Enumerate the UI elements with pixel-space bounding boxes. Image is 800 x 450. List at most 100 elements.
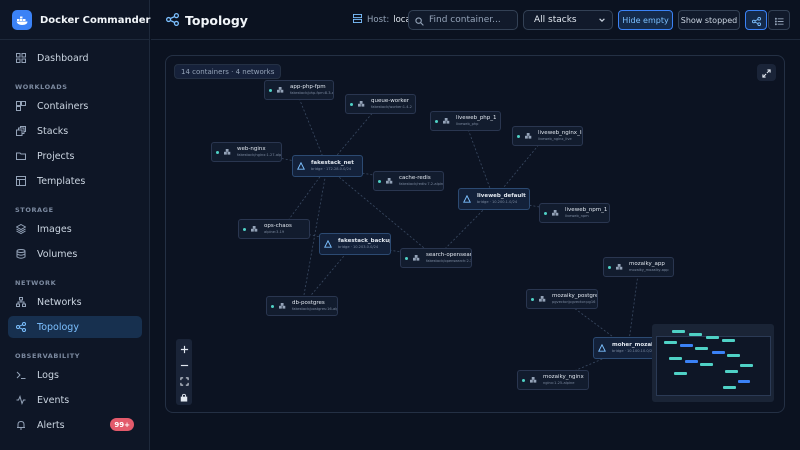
network-triangle-icon xyxy=(463,195,471,203)
minimap[interactable] xyxy=(652,324,774,402)
search-box[interactable] xyxy=(408,10,518,30)
box-icon xyxy=(278,302,286,310)
network-triangle-icon xyxy=(324,240,332,248)
minimap-node xyxy=(712,351,725,354)
stack-filter-value: All stacks xyxy=(534,15,577,25)
node-name: ops-chaos xyxy=(264,223,292,229)
container-node[interactable]: db-postgresfakestack/postgres:16-alpine xyxy=(266,296,338,316)
sidebar-item-label: Volumes xyxy=(37,248,78,260)
container-node[interactable]: app-php-fpmfakestack/php-fpm:8.3-alpine xyxy=(264,80,334,100)
stack-filter-select[interactable]: All stacks xyxy=(523,10,613,30)
host-label: Host: xyxy=(367,15,390,25)
bell-icon xyxy=(15,419,27,431)
container-node[interactable]: search-opensearchfakestack/opensearch:2.… xyxy=(400,248,472,268)
database-icon xyxy=(15,248,27,260)
container-node[interactable]: ops-chaos alpine:3.19 xyxy=(238,219,310,239)
sidebar-item-label: Logs xyxy=(37,369,59,381)
fullscreen-button[interactable] xyxy=(757,64,776,81)
sidebar-item-label: Containers xyxy=(37,100,89,112)
sidebar-item-dashboard[interactable]: Dashboard xyxy=(8,47,142,69)
sidebar-item-label: Projects xyxy=(37,150,75,162)
graph-view-button[interactable] xyxy=(745,10,767,30)
host-indicator: Host: local xyxy=(353,12,413,28)
container-node[interactable]: mozaiky_nginx nginx:1.25-alpine xyxy=(517,370,589,390)
sidebar-item-containers[interactable]: Containers xyxy=(8,95,142,117)
sidebar-item-logs[interactable]: Logs xyxy=(8,364,142,386)
running-status-dot xyxy=(544,211,547,215)
sidebar-item-stacks[interactable]: Stacks xyxy=(8,120,142,142)
brand[interactable]: Docker Commander xyxy=(12,9,150,31)
zoom-controls xyxy=(176,339,192,405)
sidebar-item-images[interactable]: Images xyxy=(8,218,142,240)
container-node[interactable]: mozaiky_postgres pgvector/pgvector:pg16 xyxy=(526,289,598,309)
network-node[interactable]: fakestack_net bridge · 172.28.0.0/24 xyxy=(292,155,363,177)
expand-icon xyxy=(762,63,771,82)
minimap-node xyxy=(700,363,713,366)
terminal-icon xyxy=(15,369,27,381)
sidebar-item-projects[interactable]: Projects xyxy=(8,145,142,167)
minimap-node xyxy=(695,347,708,350)
hide-empty-button[interactable]: Hide empty xyxy=(618,10,673,30)
node-subnet: bridge · 10.100.10.0/24 xyxy=(612,349,654,353)
node-image: fakestack/php-fpm:8.3-alpine xyxy=(290,91,333,95)
sidebar: Docker Commander Dashboard WORKLOADS Con… xyxy=(0,0,150,450)
node-name: mozaiky_nginx xyxy=(543,374,584,380)
sidebar-item-topology[interactable]: Topology xyxy=(8,316,142,338)
stacks-icon xyxy=(15,125,27,137)
search-input[interactable] xyxy=(429,15,511,25)
running-status-dot xyxy=(405,256,408,260)
network-node[interactable]: moher_mozaiky_nbridge · 10.100.10.0/24 xyxy=(593,337,655,359)
running-status-dot xyxy=(378,179,381,183)
sidebar-item-alerts[interactable]: Alerts 99+ xyxy=(8,414,142,436)
container-node[interactable]: mozaiky_app mozaiky_mozaiky-app xyxy=(603,257,674,277)
node-image: mozaiky_mozaiky-app xyxy=(629,268,669,272)
list-icon xyxy=(774,11,784,30)
sidebar-item-networks[interactable]: Networks xyxy=(8,291,142,313)
page-title: Topology xyxy=(185,12,248,28)
container-node[interactable]: queue-worker fakestack/worker:1.4.2 xyxy=(345,94,416,114)
layers-icon xyxy=(15,223,27,235)
sidebar-item-label: Alerts xyxy=(37,419,65,431)
minimap-node xyxy=(685,360,698,363)
sidebar-item-volumes[interactable]: Volumes xyxy=(8,243,142,265)
minimap-node xyxy=(674,372,687,375)
box-icon xyxy=(250,225,258,233)
box-icon xyxy=(223,148,231,156)
sidebar-item-label: Stacks xyxy=(37,125,69,137)
box-icon xyxy=(357,100,365,108)
minimap-node xyxy=(738,380,750,383)
show-stopped-button[interactable]: Show stopped xyxy=(678,10,740,30)
topology-canvas[interactable]: 14 containers · 4 networks app-php-fpm fa… xyxy=(165,55,785,413)
container-node[interactable]: liveweb_nginx_live...liveweb_nginx_live xyxy=(512,126,583,146)
sidebar-item-events[interactable]: Events xyxy=(8,389,142,411)
node-name: mozaiky_app xyxy=(629,261,665,267)
container-node[interactable]: liveweb_php_1 liveweb_php xyxy=(430,111,501,131)
network-node[interactable]: fakestack_backup bridge · 10.203.0.0/24 xyxy=(319,233,391,255)
container-node[interactable]: web-nginxfakestack/nginx:1.27-alpine xyxy=(211,142,282,162)
node-name: db-postgres xyxy=(292,300,325,306)
node-name: fakestack_backup xyxy=(338,238,390,244)
server-icon xyxy=(353,13,362,26)
minimap-node xyxy=(664,341,677,344)
minimap-node xyxy=(727,354,740,357)
running-status-dot xyxy=(243,227,246,231)
minimap-node xyxy=(723,386,736,389)
node-subnet: bridge · 10.203.0.0/24 xyxy=(338,245,379,249)
edge xyxy=(627,266,640,349)
sidebar-item-templates[interactable]: Templates xyxy=(8,170,142,192)
node-name: web-nginx xyxy=(237,146,266,152)
node-subnet: bridge · 10.200.1.0/24 xyxy=(477,200,518,204)
box-icon xyxy=(524,132,532,140)
list-view-button[interactable] xyxy=(768,10,790,30)
minimap-node xyxy=(725,370,738,373)
node-name: queue-worker xyxy=(371,98,409,104)
share-nodes-icon xyxy=(166,11,179,30)
alerts-count-badge: 99+ xyxy=(110,418,134,431)
lock-view-button[interactable] xyxy=(176,388,192,404)
network-node[interactable]: liveweb_default bridge · 10.200.1.0/24 xyxy=(458,188,530,210)
search-icon xyxy=(415,11,424,30)
container-node[interactable]: liveweb_npm_1 liveweb_npm xyxy=(539,203,610,223)
folder-icon xyxy=(15,150,27,162)
container-node[interactable]: cache-redis fakestack/redis:7.2-alpine xyxy=(373,171,444,191)
box-icon xyxy=(385,177,393,185)
